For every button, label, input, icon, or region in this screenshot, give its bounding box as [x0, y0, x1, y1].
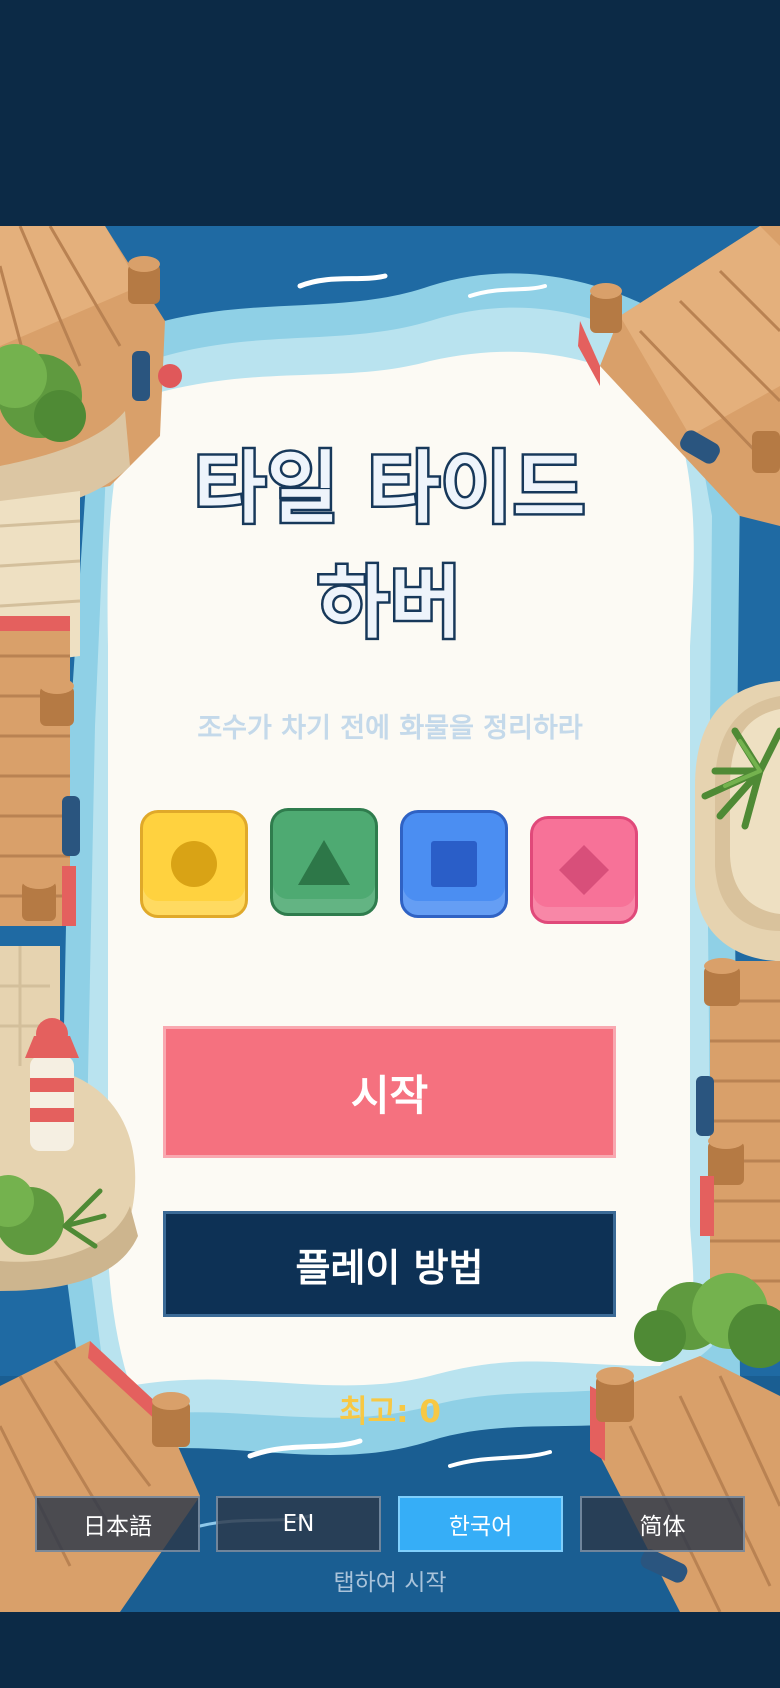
tap-to-start-hint: 탭하여 시작 [333, 1570, 447, 1596]
blue-square-tile [400, 810, 508, 918]
language-button-english[interactable]: EN [216, 1496, 381, 1552]
game-title-line2: 하버 [315, 557, 465, 652]
diamond-icon [559, 845, 609, 895]
game-stage[interactable]: 타일 타이드 하버 조수가 차기 전에 화물을 정리하라 시작 플레이 방법 최… [0, 226, 780, 1612]
yellow-circle-tile [140, 810, 248, 918]
square-icon [431, 841, 477, 887]
language-button-korean[interactable]: 한국어 [398, 1496, 563, 1552]
start-button[interactable]: 시작 [163, 1026, 616, 1158]
best-score: 최고: 0 [339, 1394, 441, 1430]
circle-icon [171, 841, 217, 887]
game-subtitle: 조수가 차기 전에 화물을 정리하라 [197, 713, 583, 744]
triangle-icon [298, 840, 350, 885]
pink-diamond-tile [530, 816, 638, 924]
green-triangle-tile [270, 808, 378, 916]
language-button-japanese[interactable]: 日本語 [35, 1496, 200, 1552]
how-to-play-button[interactable]: 플레이 방법 [163, 1211, 616, 1317]
language-button-simplified-chinese[interactable]: 简体 [580, 1496, 745, 1552]
game-title-line1: 타일 타이드 [192, 442, 588, 537]
